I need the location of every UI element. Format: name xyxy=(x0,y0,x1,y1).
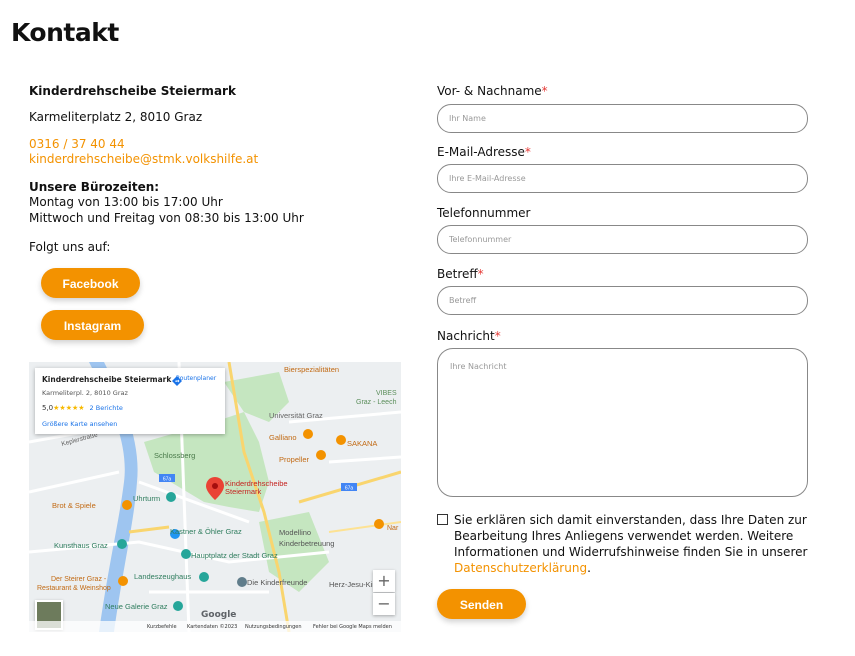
google-logo: Google xyxy=(201,610,237,620)
map-footer-link[interactable]: Kurzbefehle xyxy=(147,624,177,630)
map-label: Landeszeughaus xyxy=(134,572,191,581)
subject-input[interactable]: Betreff xyxy=(437,286,808,315)
map-label: Neue Galerie Graz xyxy=(105,602,168,611)
map-footer: Kurzbefehle Kartendaten ©2023 Nutzungsbe… xyxy=(29,621,401,632)
map-label: Hauptplatz der Stadt Graz xyxy=(191,551,278,560)
office-hours-line: Montag von 13:00 bis 17:00 Uhr xyxy=(29,195,223,209)
place-name: Kinderdrehscheibe Steiermark xyxy=(42,375,172,384)
place-address: Karmeliterpl. 2, 8010 Graz xyxy=(42,389,128,397)
map-label: VIBES xyxy=(376,390,397,397)
map-footer-link[interactable]: Fehler bei Google Maps melden xyxy=(313,624,392,630)
privacy-link[interactable]: Datenschutzerklärung xyxy=(454,561,587,575)
message-label: Nachricht* xyxy=(437,329,501,343)
map-label: SAKANA xyxy=(347,439,377,448)
email-input[interactable]: Ihre E-Mail-Adresse xyxy=(437,164,808,193)
map-label: Restaurant & Weinshop xyxy=(37,585,111,592)
zoom-in-button[interactable]: + xyxy=(373,570,395,592)
name-label: Vor- & Nachname* xyxy=(437,84,548,98)
map-label: Universität Graz xyxy=(269,411,323,420)
rating-value: 5,0 xyxy=(42,404,54,412)
map-label: Brot & Spiele xyxy=(52,501,96,510)
consent-checkbox[interactable] xyxy=(437,514,448,525)
map-pin-label: Steiermark xyxy=(225,487,262,496)
larger-map-link[interactable]: Größere Karte ansehen xyxy=(42,420,117,428)
map-label: Schlossberg xyxy=(154,451,195,460)
google-map[interactable]: 67a 67a Bierspezialitäten Universität Gr… xyxy=(29,362,401,632)
map-label: Uhrturm xyxy=(133,494,160,503)
name-input[interactable]: Ihr Name xyxy=(437,104,808,133)
rating-stars: ★★★★★ xyxy=(53,404,85,412)
subject-label: Betreff* xyxy=(437,267,484,281)
phone-label: Telefonnummer xyxy=(437,206,531,220)
map-label: Bierspezialitäten xyxy=(284,365,339,374)
map-label: Kunsthaus Graz xyxy=(54,541,108,550)
map-label: Graz - Leech xyxy=(356,399,397,406)
follow-label: Folgt uns auf: xyxy=(29,240,111,254)
reviews-link[interactable]: 2 Berichte xyxy=(90,404,123,412)
page-title: Kontakt xyxy=(11,18,119,47)
road-number: 67a xyxy=(163,477,172,483)
directions-button[interactable]: Routenplaner xyxy=(171,375,221,386)
map-label: Modellino xyxy=(279,528,311,537)
zoom-out-button[interactable]: − xyxy=(373,593,395,615)
send-button[interactable]: Senden xyxy=(437,589,526,619)
office-hours-heading: Unsere Bürozeiten: xyxy=(29,180,160,194)
map-label: Kinderbetreuung xyxy=(279,539,334,548)
map-footer-link[interactable]: Nutzungsbedingungen xyxy=(245,624,302,630)
map-label: Die Kinderfreunde xyxy=(247,578,307,587)
road-number: 67a xyxy=(345,486,354,492)
phone-input[interactable]: Telefonnummer xyxy=(437,225,808,254)
map-footer-text: Kartendaten ©2023 xyxy=(187,624,238,630)
facebook-button[interactable]: Facebook xyxy=(41,268,140,298)
message-placeholder: Ihre Nachricht xyxy=(450,362,507,371)
directions-icon xyxy=(172,376,182,386)
office-hours-line: Mittwoch und Freitag von 08:30 bis 13:00… xyxy=(29,211,304,225)
map-label: Propeller xyxy=(279,455,310,464)
map-label: Nar xyxy=(387,525,399,532)
map-label: Kastner & Öhler Graz xyxy=(170,527,242,536)
place-rating: 5,0★★★★★ 2 Berichte xyxy=(42,404,123,412)
email-label: E-Mail-Adresse* xyxy=(437,145,531,159)
address: Karmeliterplatz 2, 8010 Graz xyxy=(29,110,203,124)
consent-text: Sie erklären sich damit einverstanden, d… xyxy=(454,513,808,575)
phone-link[interactable]: 0316 / 37 40 44 xyxy=(29,137,125,151)
map-label: Der Steirer Graz - xyxy=(51,576,107,583)
map-label: Galliano xyxy=(269,433,297,442)
message-textarea[interactable]: Ihre Nachricht xyxy=(437,348,808,497)
instagram-button[interactable]: Instagram xyxy=(41,310,144,340)
place-info-card: Kinderdrehscheibe Steiermark Karmeliterp… xyxy=(35,368,225,434)
email-link[interactable]: kinderdrehscheibe@stmk.volkshilfe.at xyxy=(29,152,258,166)
org-name: Kinderdrehscheibe Steiermark xyxy=(29,84,236,98)
